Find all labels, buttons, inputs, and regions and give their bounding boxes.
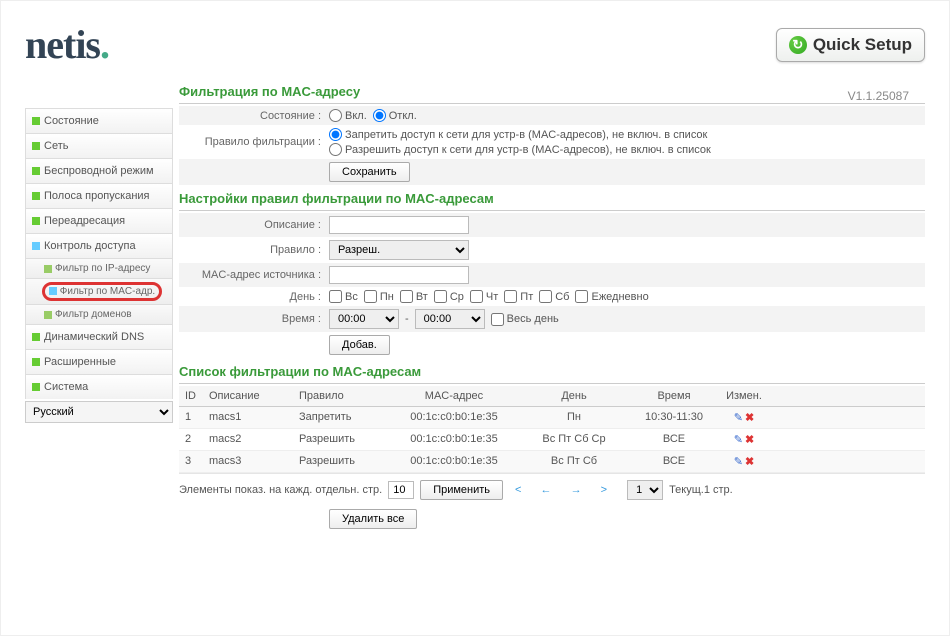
quick-setup-label: Quick Setup (813, 35, 912, 55)
sidebar-item-ddns[interactable]: Динамический DNS (25, 324, 173, 349)
sidebar-sub-mac-filter[interactable]: Фильтр по MAC-адр. (25, 278, 173, 304)
rule-label: Правило : (179, 244, 329, 256)
section-mac-filter-title: Фильтрация по MAC-адресу (179, 78, 925, 104)
deny-radio[interactable]: Запретить доступ к сети для устр-в (MAC-… (329, 128, 707, 141)
sidebar-sub-domain-filter[interactable]: Фильтр доменов (25, 304, 173, 324)
state-on-radio[interactable]: Вкл. (329, 109, 367, 122)
time-from-select[interactable]: 00:00 (329, 309, 399, 329)
day-mon-check[interactable]: Пн (364, 290, 394, 303)
section-list-title: Список фильтрации по MAC-адресам (179, 358, 925, 384)
sidebar-item-system[interactable]: Система (25, 374, 173, 399)
pager-label: Элементы показ. на кажд. отдельн. стр. (179, 484, 382, 496)
day-wed-check[interactable]: Ср (434, 290, 464, 303)
sidebar-item-label: Система (44, 381, 88, 393)
logo: netis. (25, 21, 109, 68)
day-sun-check[interactable]: Вс (329, 290, 358, 303)
plus-icon (32, 167, 40, 175)
section-rules-title: Настройки правил фильтрации по MAC-адрес… (179, 185, 925, 211)
plus-icon (32, 383, 40, 391)
sidebar-item-label: Полоса пропускания (44, 190, 150, 202)
sidebar-sub-ip-filter[interactable]: Фильтр по IP-адресу (25, 258, 173, 278)
sidebar-item-label: Фильтр по IP-адресу (55, 263, 150, 274)
mac-input[interactable] (329, 266, 469, 284)
sidebar-item-label: Динамический DNS (44, 331, 144, 343)
time-label: Время : (179, 313, 329, 325)
table-header: ID Описание Правило MAC-адрес День Время… (179, 386, 925, 407)
version-label: V1.1.25087 (848, 89, 909, 103)
sidebar-item-label: Состояние (44, 115, 99, 127)
day-sat-check[interactable]: Сб (539, 290, 569, 303)
table-row: 3macs3Разрешить00:1c:c0:b0:1e:35Вс Пт Сб… (179, 451, 925, 473)
plus-icon (32, 358, 40, 366)
mac-label: MAC-адрес источника : (179, 269, 329, 281)
per-page-input[interactable] (388, 481, 414, 499)
table-row: 1macs1Запретить00:1c:c0:b0:1e:35Пн10:30-… (179, 407, 925, 429)
sidebar-item-label: Сеть (44, 140, 68, 152)
apply-button[interactable]: Применить (420, 480, 503, 500)
edit-icon[interactable]: ✎ (734, 434, 743, 446)
save-button[interactable]: Сохранить (329, 162, 410, 182)
time-sep: - (405, 313, 409, 325)
language-select[interactable]: Русский (25, 401, 173, 423)
pager-current: Текущ.1 стр. (669, 484, 733, 496)
filter-rule-label: Правило фильтрации : (179, 136, 329, 148)
state-off-radio[interactable]: Откл. (373, 109, 417, 122)
desc-label: Описание : (179, 219, 329, 231)
edit-icon[interactable]: ✎ (734, 412, 743, 424)
plus-icon (44, 311, 52, 319)
state-label: Состояние : (179, 110, 329, 122)
time-to-select[interactable]: 00:00 (415, 309, 485, 329)
minus-icon (32, 242, 40, 250)
highlight-ring: Фильтр по MAC-адр. (42, 282, 162, 301)
add-button[interactable]: Добав. (329, 335, 390, 355)
plus-icon (32, 192, 40, 200)
day-all-check[interactable]: Ежедневно (575, 290, 648, 303)
sidebar-item-access-control[interactable]: Контроль доступа (25, 233, 173, 258)
quick-setup-button[interactable]: ↻ Quick Setup (776, 28, 925, 62)
sidebar-item-label: Переадресация (44, 215, 125, 227)
sidebar-item-network[interactable]: Сеть (25, 133, 173, 158)
minus-icon (49, 287, 57, 295)
day-fri-check[interactable]: Пт (504, 290, 533, 303)
plus-icon (32, 333, 40, 341)
plus-icon (32, 142, 40, 150)
main-content: Фильтрация по MAC-адресу Состояние : Вкл… (179, 78, 925, 532)
rule-select[interactable]: Разреш. (329, 240, 469, 260)
table-row: 2macs2Разрешить00:1c:c0:b0:1e:35Вс Пт Сб… (179, 429, 925, 451)
allow-radio[interactable]: Разрешить доступ к сети для устр-в (MAC-… (329, 143, 711, 156)
sidebar-item-label: Контроль доступа (44, 240, 136, 252)
day-label: День : (179, 291, 329, 303)
delete-all-button[interactable]: Удалить все (329, 509, 417, 529)
sidebar-item-wireless[interactable]: Беспроводной режим (25, 158, 173, 183)
delete-icon[interactable]: ✖ (745, 456, 754, 468)
sidebar-item-advanced[interactable]: Расширенные (25, 349, 173, 374)
sidebar-item-forwarding[interactable]: Переадресация (25, 208, 173, 233)
plus-icon (32, 117, 40, 125)
pager: Элементы показ. на кажд. отдельн. стр. П… (179, 473, 925, 506)
plus-icon (44, 265, 52, 273)
sidebar-item-label: Беспроводной режим (44, 165, 154, 177)
delete-icon[interactable]: ✖ (745, 434, 754, 446)
page-select[interactable]: 1 (627, 480, 663, 500)
sidebar-item-bandwidth[interactable]: Полоса пропускания (25, 183, 173, 208)
pager-arrows[interactable]: < ← → > (515, 484, 615, 496)
refresh-icon: ↻ (789, 36, 807, 54)
delete-icon[interactable]: ✖ (745, 412, 754, 424)
sidebar: Состояние Сеть Беспроводной режим Полоса… (25, 108, 173, 532)
sidebar-item-label: Фильтр по MAC-адр. (60, 286, 155, 297)
sidebar-item-label: Фильтр доменов (55, 309, 132, 320)
allday-check[interactable]: Весь день (491, 313, 559, 326)
sidebar-item-status[interactable]: Состояние (25, 108, 173, 133)
sidebar-item-label: Расширенные (44, 356, 116, 368)
plus-icon (32, 217, 40, 225)
day-tue-check[interactable]: Вт (400, 290, 428, 303)
desc-input[interactable] (329, 216, 469, 234)
day-thu-check[interactable]: Чт (470, 290, 498, 303)
edit-icon[interactable]: ✎ (734, 456, 743, 468)
